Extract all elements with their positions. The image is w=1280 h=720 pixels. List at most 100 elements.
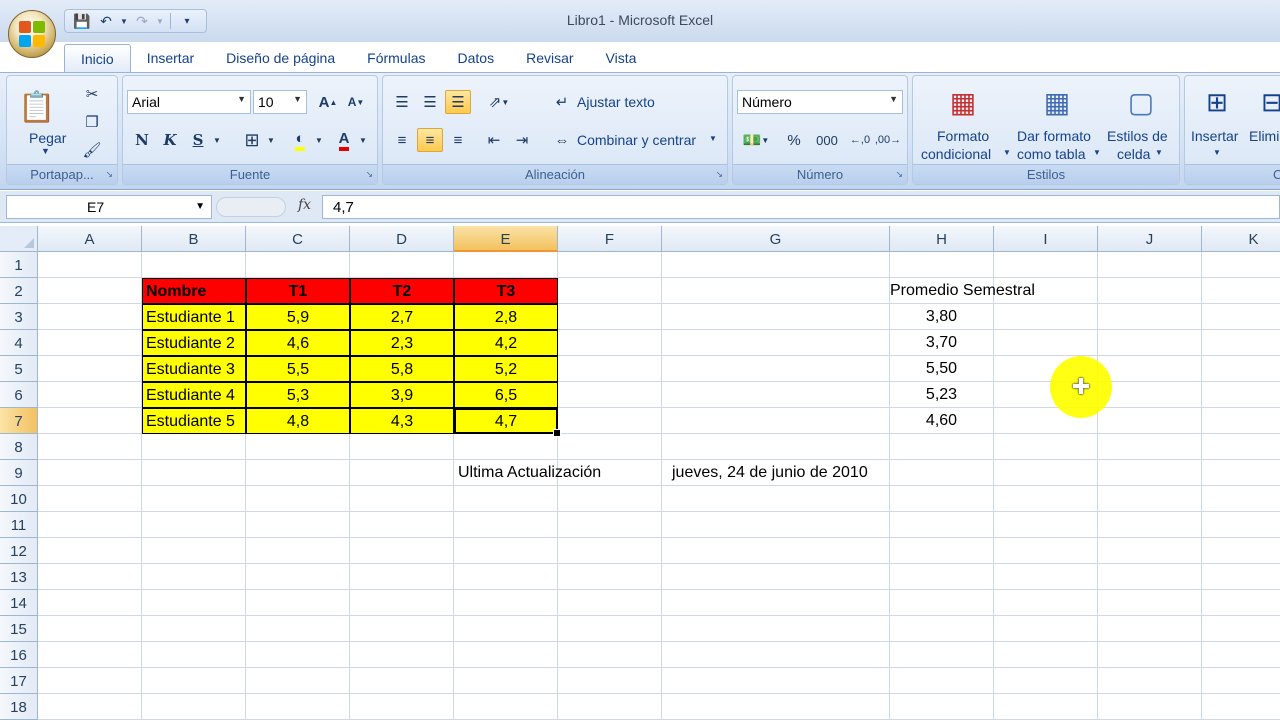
cell-h13[interactable] [890, 564, 994, 590]
cell-h1[interactable] [890, 252, 994, 278]
cell-j10[interactable] [1098, 486, 1202, 512]
column-header-h[interactable]: H [890, 226, 994, 252]
conditional-format-icon[interactable]: ▦ [941, 82, 985, 122]
cell-b13[interactable] [142, 564, 246, 590]
cell-g10[interactable] [662, 486, 890, 512]
column-header-a[interactable]: A [38, 226, 142, 252]
cell-e13[interactable] [454, 564, 558, 590]
row-header-6[interactable]: 6 [0, 382, 38, 408]
paste-button[interactable]: Pegar [29, 130, 66, 146]
cell-j2[interactable] [1098, 278, 1202, 304]
cell-c7[interactable]: 4,8 [246, 408, 350, 434]
cell-h7[interactable]: 4,60 [890, 408, 994, 434]
cell-h3[interactable]: 3,80 [890, 304, 994, 330]
cell-k14[interactable] [1202, 590, 1280, 616]
cell-h18[interactable] [890, 694, 994, 720]
cell-f8[interactable] [558, 434, 662, 460]
cell-e16[interactable] [454, 642, 558, 668]
cell-j9[interactable] [1098, 460, 1202, 486]
format-as-table-label-1[interactable]: Dar formato [1017, 128, 1091, 144]
cell-i8[interactable] [994, 434, 1098, 460]
cell-h16[interactable] [890, 642, 994, 668]
cell-b9[interactable] [142, 460, 246, 486]
delete-cells-button[interactable]: Elimi [1249, 128, 1279, 144]
cell-d7[interactable]: 4,3 [350, 408, 454, 434]
cell-c12[interactable] [246, 538, 350, 564]
tab-datos[interactable]: Datos [442, 44, 511, 72]
cell-a15[interactable] [38, 616, 142, 642]
cell-i13[interactable] [994, 564, 1098, 590]
cell-j13[interactable] [1098, 564, 1202, 590]
conditional-format-dropdown-icon[interactable]: ▼ [1003, 148, 1011, 157]
cell-e10[interactable] [454, 486, 558, 512]
shrink-font-icon[interactable]: A ▼ [343, 90, 369, 114]
insert-dropdown-icon[interactable]: ▼ [1213, 148, 1221, 157]
cell-b2[interactable]: Nombre [142, 278, 246, 304]
cell-a6[interactable] [38, 382, 142, 408]
cell-c2[interactable]: T1 [246, 278, 350, 304]
cell-b5[interactable]: Estudiante 3 [142, 356, 246, 382]
cell-j1[interactable] [1098, 252, 1202, 278]
cell-e11[interactable] [454, 512, 558, 538]
column-header-g[interactable]: G [662, 226, 890, 252]
cell-a12[interactable] [38, 538, 142, 564]
cell-e8[interactable] [454, 434, 558, 460]
cell-h8[interactable] [890, 434, 994, 460]
cell-a3[interactable] [38, 304, 142, 330]
align-center-icon[interactable]: ≡ [417, 128, 443, 152]
row-header-15[interactable]: 15 [0, 616, 38, 642]
borders-dropdown-icon[interactable]: ▼ [265, 128, 277, 152]
cell-styles-dropdown-icon[interactable]: ▼ [1155, 148, 1163, 157]
cell-d14[interactable] [350, 590, 454, 616]
cell-h11[interactable] [890, 512, 994, 538]
underline-dropdown-icon[interactable]: ▼ [211, 128, 223, 152]
clipboard-launcher-icon[interactable]: ↘ [105, 169, 113, 180]
cell-d10[interactable] [350, 486, 454, 512]
cell-k17[interactable] [1202, 668, 1280, 694]
name-box-dropdown-icon[interactable]: ▼ [195, 201, 205, 212]
cell-styles-icon[interactable]: ▢ [1119, 82, 1163, 122]
merge-center-button[interactable]: Combinar y centrar [577, 132, 696, 148]
cell-a2[interactable] [38, 278, 142, 304]
cell-c10[interactable] [246, 486, 350, 512]
cell-j3[interactable] [1098, 304, 1202, 330]
orientation-icon[interactable]: ⇗ ▼ [481, 90, 517, 114]
tab-inicio[interactable]: Inicio [64, 44, 131, 72]
row-header-10[interactable]: 10 [0, 486, 38, 512]
font-family-select[interactable]: Arial ▼ [127, 90, 251, 114]
format-as-table-icon[interactable]: ▦ [1035, 82, 1079, 122]
cell-d15[interactable] [350, 616, 454, 642]
cell-b17[interactable] [142, 668, 246, 694]
row-header-9[interactable]: 9 [0, 460, 38, 486]
cell-d4[interactable]: 2,3 [350, 330, 454, 356]
cell-d13[interactable] [350, 564, 454, 590]
align-top-icon[interactable]: ☰ [389, 90, 415, 114]
cell-j6[interactable] [1098, 382, 1202, 408]
column-header-c[interactable]: C [246, 226, 350, 252]
cell-g18[interactable] [662, 694, 890, 720]
cell-g16[interactable] [662, 642, 890, 668]
grow-font-icon[interactable]: A ▲ [315, 90, 341, 114]
cell-h9[interactable] [890, 460, 994, 486]
cell-d17[interactable] [350, 668, 454, 694]
copy-icon[interactable]: ❐ [79, 110, 105, 134]
cell-j17[interactable] [1098, 668, 1202, 694]
cell-i1[interactable] [994, 252, 1098, 278]
cell-d18[interactable] [350, 694, 454, 720]
cell-i4[interactable] [994, 330, 1098, 356]
cell-a17[interactable] [38, 668, 142, 694]
wrap-text-button[interactable]: Ajustar texto [577, 94, 655, 110]
cell-e17[interactable] [454, 668, 558, 694]
cell-f14[interactable] [558, 590, 662, 616]
cell-a1[interactable] [38, 252, 142, 278]
align-middle-icon[interactable]: ☰ [417, 90, 443, 114]
cell-j4[interactable] [1098, 330, 1202, 356]
cell-f11[interactable] [558, 512, 662, 538]
cell-b15[interactable] [142, 616, 246, 642]
increase-indent-icon[interactable]: ⇥ [509, 128, 535, 152]
cell-d16[interactable] [350, 642, 454, 668]
cell-c11[interactable] [246, 512, 350, 538]
cell-f12[interactable] [558, 538, 662, 564]
font-color-dropdown-icon[interactable]: ▼ [357, 128, 369, 152]
cell-j7[interactable] [1098, 408, 1202, 434]
